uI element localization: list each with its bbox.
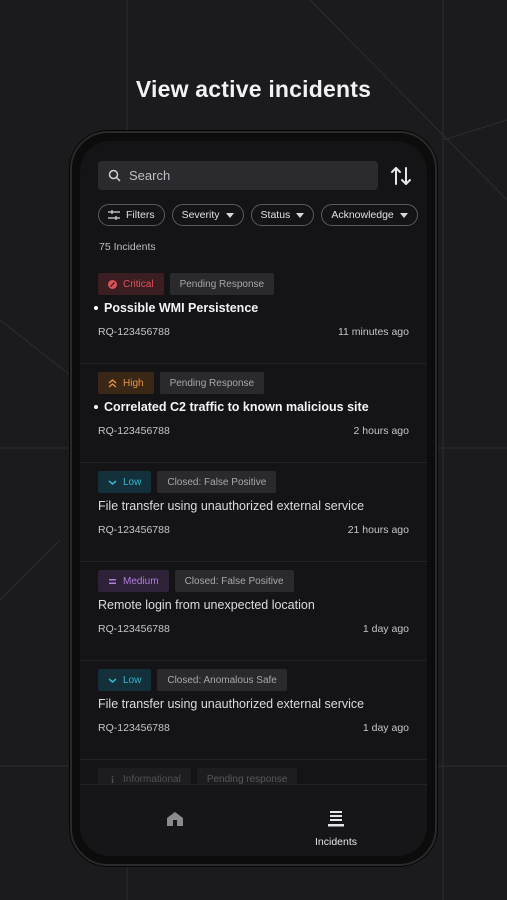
severity-label: Low [123,476,142,488]
status-badge: Pending Response [169,273,275,295]
severity-chip-label: Severity [181,209,220,221]
incident-badges: Low Closed: Anomalous Safe [98,669,287,691]
severity-badge: Low [98,471,152,493]
equals-icon [109,578,116,584]
status-badge: Closed: False Positive [174,570,294,592]
incident-list: Critical Pending Response Possible WMI Per… [80,265,427,800]
incident-time: 2 hours ago [353,425,409,437]
incident-title: File transfer using unauthorized externa… [98,697,365,711]
severity-badge: High [98,372,154,394]
chevron-down-icon [225,212,234,218]
incident-row[interactable]: Critical Pending Response Possible WMI Per… [80,265,427,364]
bottom-nav: Incidents [80,784,427,856]
sort-arrows-icon[interactable] [389,164,413,188]
incident-ref: RQ-123456788 [98,623,170,635]
sliders-icon [108,210,120,220]
incident-time: 1 day ago [362,722,409,734]
search-icon [108,169,121,182]
search-input[interactable]: Search [98,161,378,190]
incident-time: 1 day ago [362,623,409,635]
page-headline: View active incidents [135,76,372,102]
filter-chips: Filters Severity Status Acknowledge [98,204,418,226]
incident-badges: Low Closed: False Positive [98,471,277,493]
incident-row[interactable]: Low Closed: Anomalous Safe File transfer u… [80,661,427,760]
critical-icon [108,279,117,289]
incident-ref: RQ-123456788 [98,425,170,437]
severity-label: High [123,377,144,389]
incident-title: Correlated C2 traffic to known malicious… [98,400,369,414]
status-badge: Closed: False Positive [157,471,277,493]
chevron-down-icon [108,479,117,485]
incident-badges: Medium Closed: False Positive [98,570,294,592]
incident-badges: High Pending Response [98,372,265,394]
chevrons-up-icon [108,378,117,388]
chevron-down-icon [108,677,117,683]
incident-row[interactable]: High Pending Response Correlated C2 traffi… [80,364,427,463]
severity-badge: Low [98,669,152,691]
list-icon [328,811,344,827]
incident-badges: Critical Pending Response [98,273,275,295]
acknowledge-chip[interactable]: Acknowledge [321,204,418,226]
incident-time: 21 hours ago [347,524,409,536]
incident-ref: RQ-123456788 [98,326,170,338]
nav-incidents[interactable]: Incidents [306,810,366,848]
app-screen: Search Filters Severity Status Acknowled… [80,141,427,856]
status-badge: Closed: Anomalous Safe [157,669,287,691]
status-badge: Pending Response [159,372,265,394]
phone-frame: Search Filters Severity Status Acknowled… [70,131,437,866]
severity-chip[interactable]: Severity [171,204,244,226]
incident-title: Possible WMI Persistence [98,301,258,315]
status-chip[interactable]: Status [250,204,315,226]
home-icon[interactable] [166,811,184,827]
search-placeholder: Search [129,168,171,183]
severity-label: Informational [123,773,181,785]
incident-row[interactable]: Low Closed: False Positive File transfer u… [80,463,427,562]
info-icon [111,775,114,783]
filters-chip-label: Filters [126,209,155,221]
status-chip-label: Status [260,209,291,221]
chevron-down-icon [296,212,305,218]
severity-label: Critical [123,278,154,290]
incident-count: 75 Incidents [99,241,156,253]
incident-time: 11 minutes ago [337,326,409,338]
incident-ref: RQ-123456788 [98,722,170,734]
incident-ref: RQ-123456788 [98,524,170,536]
incident-title: Remote login from unexpected location [98,598,315,612]
severity-label: Medium [123,575,159,587]
severity-label: Low [123,674,142,686]
acknowledge-chip-label: Acknowledge [331,209,394,221]
severity-badge: Critical [98,273,164,295]
severity-badge: Medium [98,570,169,592]
incident-row[interactable]: Medium Closed: False Positive Remote login… [80,562,427,661]
chevron-down-icon [399,212,408,218]
filters-chip[interactable]: Filters [98,204,165,226]
incident-title: File transfer using unauthorized externa… [98,499,365,513]
nav-incidents-label: Incidents [314,836,358,848]
